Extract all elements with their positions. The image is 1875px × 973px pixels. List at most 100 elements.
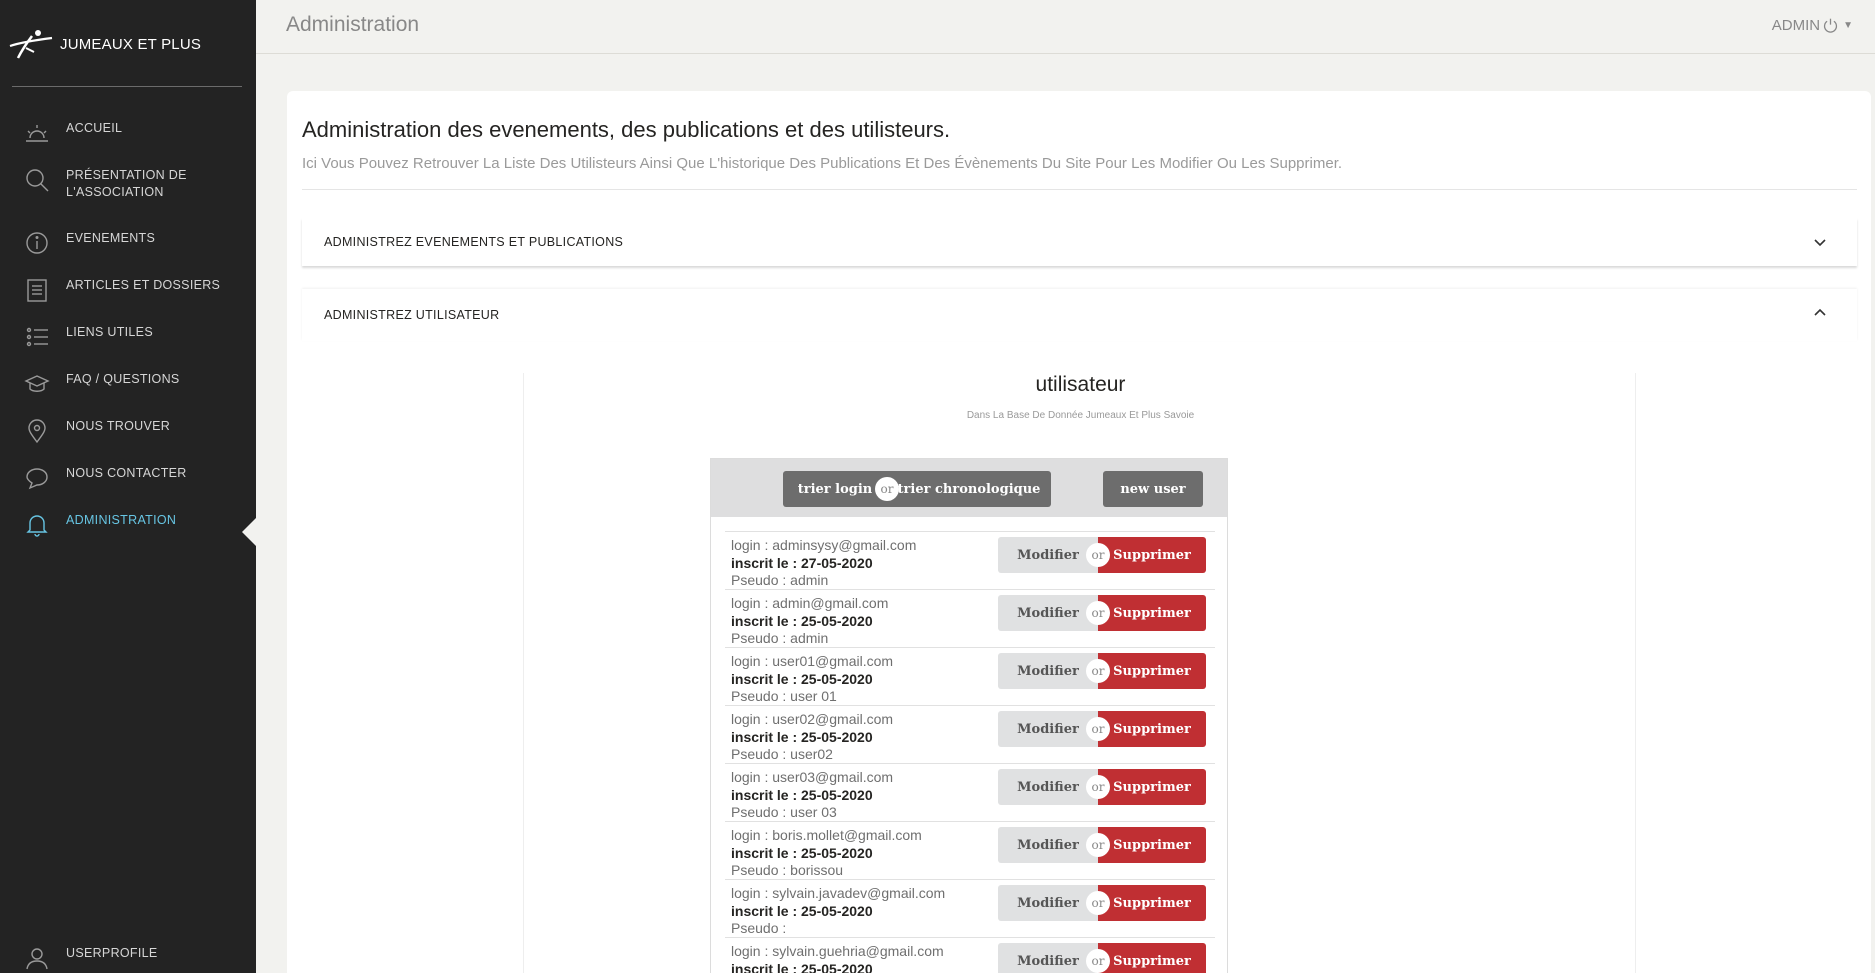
accordion-users-header[interactable]: ADMINISTREZ UTILISATEUR — [302, 289, 1857, 341]
sunrise-icon — [24, 120, 50, 146]
modify-button[interactable]: Modifier — [998, 595, 1098, 631]
map-pin-icon — [24, 418, 50, 444]
delete-button[interactable]: Supprimer — [1098, 711, 1206, 747]
users-subtitle: Dans La Base De Donnée Jumeaux Et Plus S… — [966, 410, 1195, 421]
user-login: login : user01@gmail.com — [731, 653, 894, 669]
new-user-button[interactable]: new user — [1103, 471, 1203, 507]
divider — [12, 86, 242, 87]
sidebar-item-articles[interactable]: ARTICLES ET DOSSIERS — [0, 269, 256, 316]
user-info: login : sylvain.guehria@gmail.com inscrit… — [731, 943, 944, 973]
modify-button[interactable]: Modifier — [998, 943, 1098, 973]
topbar: Administration ADMIN ▼ — [256, 0, 1875, 54]
sidebar-item-contacter[interactable]: NOUS CONTACTER — [0, 457, 256, 504]
sidebar-item-userprofile[interactable]: USERPROFILE — [0, 937, 256, 973]
document-icon — [24, 277, 50, 303]
delete-button[interactable]: Supprimer — [1098, 827, 1206, 863]
sidebar-item-label: ACCUEIL — [66, 121, 123, 135]
user-date: inscrit le : 25-05-2020 — [731, 612, 873, 629]
chevron-up-icon — [1814, 308, 1826, 316]
modify-button[interactable]: Modifier — [998, 711, 1098, 747]
user-info: login : adminsysy@gmail.com inscrit le : … — [731, 537, 916, 590]
brand-logo[interactable]: JUMEAUX ET PLUS — [8, 26, 201, 62]
modify-button[interactable]: Modifier — [998, 769, 1098, 805]
modify-button[interactable]: Modifier — [998, 653, 1098, 689]
delete-button[interactable]: Supprimer — [1098, 595, 1206, 631]
divider — [302, 189, 1857, 190]
sidebar-item-label: PRÉSENTATION DE L'ASSOCIATION — [66, 168, 187, 199]
sidebar-item-label: ARTICLES ET DOSSIERS — [66, 278, 221, 292]
bell-icon — [24, 512, 50, 538]
user-pseudo: Pseudo : user 03 — [731, 804, 837, 820]
user-pseudo: Pseudo : user 01 — [731, 688, 837, 704]
user-login: login : adminsysy@gmail.com — [731, 537, 917, 553]
caret-down-icon: ▼ — [1843, 20, 1853, 31]
or-separator: or — [875, 477, 899, 501]
users-list: trier login or trier chronologique new u… — [710, 458, 1228, 973]
user-login: login : user02@gmail.com — [731, 711, 894, 727]
modify-button[interactable]: Modifier — [998, 537, 1098, 573]
table-row: login : sylvain.javadev@gmail.com inscrit… — [725, 879, 1215, 937]
sidebar-nav: ACCUEIL PRÉSENTATION DE L'ASSOCIATION EV… — [0, 112, 256, 551]
user-date: inscrit le : 25-05-2020 — [731, 728, 873, 745]
sidebar-item-label: NOUS CONTACTER — [66, 466, 187, 480]
or-separator: or — [1086, 601, 1110, 625]
delete-button[interactable]: Supprimer — [1098, 769, 1206, 805]
chat-icon — [24, 465, 50, 491]
sidebar-item-label: USERPROFILE — [66, 946, 158, 960]
sort-login-button[interactable]: trier login — [783, 471, 887, 507]
users-title: utilisateur — [1035, 373, 1126, 396]
accordion-users: ADMINISTREZ UTILISATEUR — [302, 289, 1857, 341]
user-login: login : sylvain.javadev@gmail.com — [731, 885, 946, 901]
delete-button[interactable]: Supprimer — [1098, 537, 1206, 573]
brand-name: JUMEAUX ET PLUS — [60, 35, 202, 53]
sidebar-item-presentation[interactable]: PRÉSENTATION DE L'ASSOCIATION — [0, 159, 256, 222]
sidebar-item-trouver[interactable]: NOUS TROUVER — [0, 410, 256, 457]
power-icon — [1824, 18, 1838, 33]
table-row: login : user02@gmail.com inscrit le : 25-… — [725, 705, 1215, 763]
sidebar-item-evenements[interactable]: EVENEMENTS — [0, 222, 256, 269]
user-login: login : admin@gmail.com — [731, 595, 889, 611]
or-separator: or — [1086, 891, 1110, 915]
users-toolbar: trier login or trier chronologique new u… — [711, 459, 1227, 517]
table-row: login : boris.mollet@gmail.com inscrit le… — [725, 821, 1215, 879]
modify-button[interactable]: Modifier — [998, 827, 1098, 863]
delete-button[interactable]: Supprimer — [1098, 653, 1206, 689]
users-panel: utilisateur Dans La Base De Donnée Jumea… — [523, 373, 1636, 973]
sidebar-item-label: NOUS TROUVER — [66, 419, 171, 433]
user-login: login : user03@gmail.com — [731, 769, 894, 785]
accordion-users-label: ADMINISTREZ UTILISATEUR — [324, 308, 500, 322]
logo-icon — [9, 30, 53, 59]
user-date: inscrit le : 25-05-2020 — [731, 844, 873, 861]
sidebar-item-accueil[interactable]: ACCUEIL — [0, 112, 256, 159]
user-icon — [24, 945, 50, 971]
delete-button[interactable]: Supprimer — [1098, 885, 1206, 921]
card-subtitle: Ici Vous Pouvez Retrouver La Liste Des U… — [302, 155, 1343, 172]
graduation-cap-icon — [24, 371, 50, 397]
table-row: login : admin@gmail.com inscrit le : 25-0… — [725, 589, 1215, 647]
modify-button[interactable]: Modifier — [998, 885, 1098, 921]
user-date: inscrit le : 25-05-2020 — [731, 670, 873, 687]
user-menu[interactable]: ADMIN ▼ — [1772, 17, 1853, 34]
table-row: login : user03@gmail.com inscrit le : 25-… — [725, 763, 1215, 821]
page-title: Administration — [286, 13, 420, 36]
sidebar-item-faq[interactable]: FAQ / QUESTIONS — [0, 363, 256, 410]
users-rows: login : adminsysy@gmail.com inscrit le : … — [725, 531, 1215, 973]
sort-chrono-button[interactable]: trier chronologique — [887, 471, 1051, 507]
accordion-events-header[interactable]: ADMINISTREZ EVENEMENTS ET PUBLICATIONS — [302, 218, 1857, 266]
info-icon — [24, 230, 50, 256]
or-separator: or — [1086, 949, 1110, 973]
table-row: login : sylvain.guehria@gmail.com inscrit… — [725, 937, 1215, 973]
sidebar-item-administration[interactable]: ADMINISTRATION — [0, 504, 256, 551]
delete-button[interactable]: Supprimer — [1098, 943, 1206, 973]
user-date: inscrit le : 25-05-2020 — [731, 786, 873, 803]
sidebar-item-liens[interactable]: LIENS UTILES — [0, 316, 256, 363]
user-pseudo: Pseudo : — [731, 920, 787, 936]
sidebar-item-label: EVENEMENTS — [66, 231, 156, 245]
sidebar-item-label: LIENS UTILES — [66, 325, 153, 339]
or-separator: or — [1086, 659, 1110, 683]
user-date: inscrit le : 25-05-2020 — [731, 902, 873, 919]
or-separator: or — [1086, 775, 1110, 799]
user-date: inscrit le : 25-05-2020 — [731, 960, 873, 973]
user-info: login : user03@gmail.com inscrit le : 25-… — [731, 769, 893, 822]
sidebar-item-label: ADMINISTRATION — [66, 513, 177, 527]
